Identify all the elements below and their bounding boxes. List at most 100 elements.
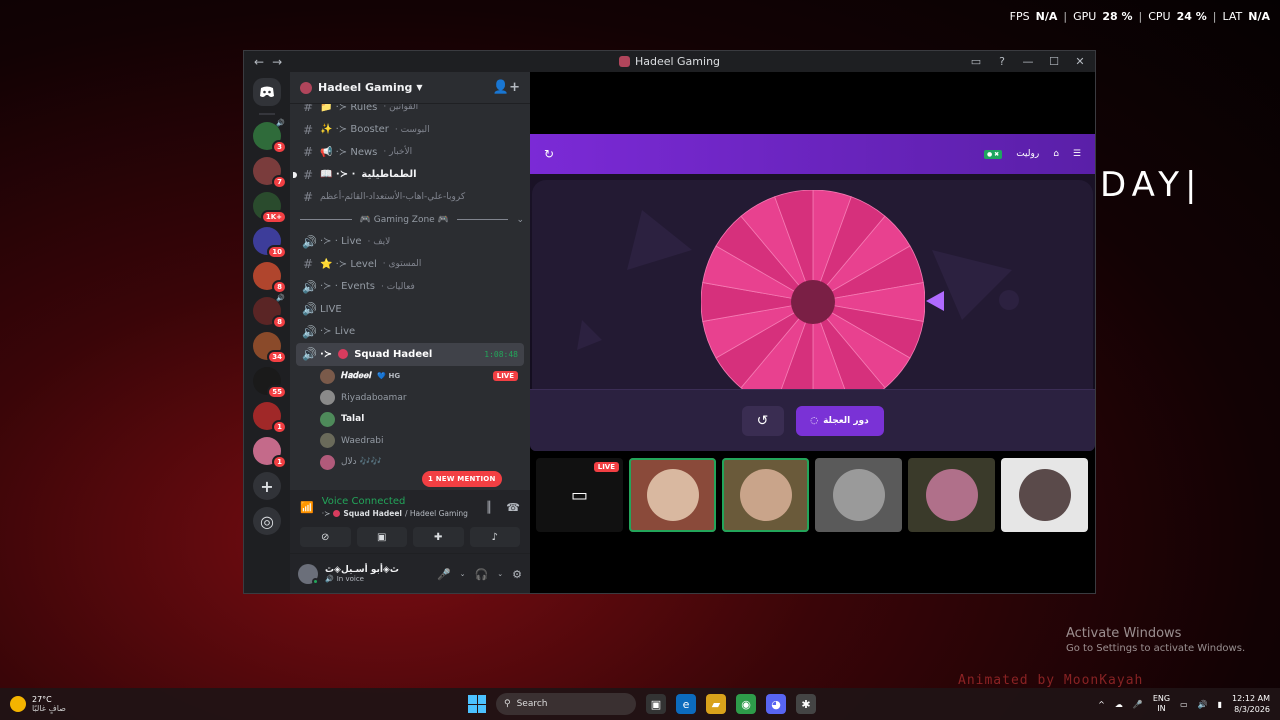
- unread-pip: [243, 237, 244, 245]
- guild-header[interactable]: Hadeel Gaming ▼ 👤+: [290, 72, 530, 104]
- participant-tile[interactable]: [722, 458, 809, 532]
- maximize-icon[interactable]: ☐: [1047, 55, 1061, 68]
- app-icon[interactable]: ✱: [796, 694, 816, 714]
- language-indicator[interactable]: ENG IN: [1153, 694, 1170, 714]
- participant-tile[interactable]: [1001, 458, 1088, 532]
- server-icon[interactable]: 7: [253, 157, 287, 189]
- soundboard-button[interactable]: ♪: [469, 527, 520, 547]
- server-icon[interactable]: 34: [253, 332, 287, 364]
- close-icon[interactable]: ✕: [1073, 55, 1087, 68]
- weather-description: صافٍ غالبًا: [32, 704, 66, 713]
- user-name[interactable]: ﭢ◈أبو أسـيل◈ﭢ: [325, 565, 399, 575]
- new-mention-pill[interactable]: 1 NEW MENTION: [422, 471, 502, 487]
- voice-user[interactable]: 𝑯𝒂𝒅𝒆𝒆𝒍 💙 HG LIVE: [296, 366, 524, 388]
- discover-icon[interactable]: ◎: [253, 507, 281, 535]
- chevron-down-icon[interactable]: ⌄: [460, 570, 466, 578]
- microphone-icon[interactable]: 🎤: [437, 568, 451, 581]
- voice-user[interactable]: Waedrabi: [296, 430, 524, 452]
- server-icon[interactable]: 1: [253, 402, 287, 434]
- voice-channel-item[interactable]: 🔊 ·≻ · Live · لايف: [296, 231, 524, 254]
- lat-label: LAT: [1222, 10, 1243, 23]
- channel-item[interactable]: # ⭐ ·≻ Level · المستوى: [296, 253, 524, 276]
- server-icon[interactable]: 10: [253, 227, 287, 259]
- channel-item[interactable]: # 📁 ·≻ Rules · القوانين: [296, 104, 524, 119]
- minimize-icon[interactable]: —: [1021, 55, 1035, 68]
- clock[interactable]: 12:12 AM 8/3/2026: [1232, 693, 1270, 715]
- channel-item[interactable]: # 📢 ·≻ News · الأخبار: [296, 141, 524, 164]
- server-icon[interactable]: 8: [253, 262, 287, 294]
- server-icon[interactable]: 1K+: [253, 192, 287, 224]
- channel-item[interactable]: # 📖 ·≻ · الطماطيلية: [293, 164, 524, 187]
- menu-icon[interactable]: ☰: [1073, 149, 1081, 159]
- participant-tile[interactable]: [629, 458, 716, 532]
- channel-item[interactable]: # كروبا-علي-اهاب-الأستعداد-القائم-أعظم: [296, 186, 524, 209]
- category-header[interactable]: 🎮 Gaming Zone 🎮 ⌄: [296, 209, 524, 231]
- activities-button[interactable]: ✚: [413, 527, 464, 547]
- voice-channel-info[interactable]: ·≻ Squad Hadeel / Hadeel Gaming: [322, 509, 468, 518]
- refresh-icon[interactable]: ↻: [544, 147, 554, 161]
- active-voice-channel[interactable]: 🔊 ·≻ Squad Hadeel 1:08:48: [296, 343, 524, 366]
- back-button[interactable]: ←: [254, 55, 264, 69]
- camera-off-button[interactable]: ⊘: [300, 527, 351, 547]
- volume-icon[interactable]: 🔊: [1198, 700, 1208, 709]
- temperature: 27°C: [32, 695, 52, 704]
- spinner-icon: ◌: [810, 415, 819, 426]
- headphones-icon[interactable]: 🎧: [475, 568, 489, 581]
- reset-button[interactable]: ↺: [741, 405, 784, 436]
- server-icon[interactable]: 🔊 8: [253, 294, 287, 329]
- stream-tile[interactable]: ▭ LIVE: [536, 458, 623, 532]
- home-button[interactable]: [253, 78, 281, 106]
- invite-people-icon[interactable]: 👤+: [493, 80, 520, 95]
- display-icon[interactable]: ▭: [1180, 700, 1188, 709]
- voice-status-title[interactable]: Voice Connected: [322, 496, 468, 507]
- server-icon[interactable]: 55: [253, 367, 287, 399]
- spin-wheel[interactable]: [700, 189, 926, 415]
- cloud-icon[interactable]: ☁: [1115, 700, 1123, 709]
- voice-user[interactable]: Riyadaboamar: [296, 387, 524, 409]
- taskbar-search[interactable]: ⚲ Search: [496, 693, 636, 715]
- wheel-graphic[interactable]: [700, 189, 926, 415]
- voice-channel-item[interactable]: 🔊 LIVE: [296, 298, 524, 321]
- participant-tile[interactable]: [908, 458, 995, 532]
- noise-suppression-icon[interactable]: ║: [486, 501, 493, 514]
- inbox-icon[interactable]: ▭: [969, 55, 983, 68]
- edge-icon[interactable]: e: [676, 694, 696, 714]
- discord-icon[interactable]: ◕: [766, 694, 786, 714]
- spin-wheel-button[interactable]: ◌ دور العجلة: [795, 405, 884, 436]
- disconnect-icon[interactable]: ☎: [506, 501, 520, 514]
- chevron-up-icon[interactable]: ^: [1098, 700, 1105, 709]
- participant-tile[interactable]: [815, 458, 902, 532]
- voice-connected-panel: 📶 Voice Connected ·≻ Squad Hadeel / Hadeel…: [290, 490, 530, 554]
- forward-button[interactable]: →: [272, 55, 282, 69]
- voice-channel-item[interactable]: 🔊 ·≻ · Events · فعاليات: [296, 276, 524, 299]
- screen-share-button[interactable]: ▣: [356, 527, 407, 547]
- signal-icon[interactable]: 📶: [300, 501, 314, 514]
- battery-icon[interactable]: ▮: [1218, 700, 1222, 709]
- perf-separator: |: [1138, 10, 1143, 23]
- task-view-icon[interactable]: ▣: [646, 694, 666, 714]
- chrome-icon[interactable]: ◉: [736, 694, 756, 714]
- server-icon-selected[interactable]: 1: [253, 437, 287, 469]
- text-channel-icon: #: [302, 167, 314, 182]
- gear-icon[interactable]: ⚙: [512, 568, 522, 581]
- text-channel-icon: #: [302, 145, 314, 160]
- file-explorer-icon[interactable]: ▰: [706, 694, 726, 714]
- microphone-icon[interactable]: 🎤: [1133, 700, 1143, 709]
- voice-user[interactable]: Talal: [296, 409, 524, 431]
- add-server-button[interactable]: +: [253, 472, 281, 500]
- voice-channel-icon: 🔊: [302, 347, 317, 362]
- home-icon[interactable]: ⌂: [1053, 149, 1059, 159]
- server-icon[interactable]: 🔊 3: [253, 119, 287, 154]
- screen-share-icon: ▣: [377, 531, 387, 543]
- weather-widget[interactable]: 27°C صافٍ غالبًا: [10, 695, 66, 713]
- chevron-down-icon[interactable]: ⌄: [497, 570, 503, 578]
- system-tray: ^ ☁ 🎤 ENG IN ▭ 🔊 ▮ 12:12 AM 8/3/2026: [1098, 693, 1270, 715]
- soundboard-icon: ♪: [491, 531, 498, 543]
- avatar[interactable]: [298, 564, 319, 585]
- voice-channel-item[interactable]: 🔊 ·≻ Live: [296, 321, 524, 344]
- channel-item[interactable]: # ✨ ·≻ Booster · البوست: [296, 119, 524, 142]
- start-button[interactable]: [468, 695, 486, 713]
- voice-user[interactable]: دلال 🎶🎶: [296, 452, 524, 474]
- lat-value: N/A: [1248, 10, 1270, 23]
- help-icon[interactable]: ?: [995, 55, 1009, 68]
